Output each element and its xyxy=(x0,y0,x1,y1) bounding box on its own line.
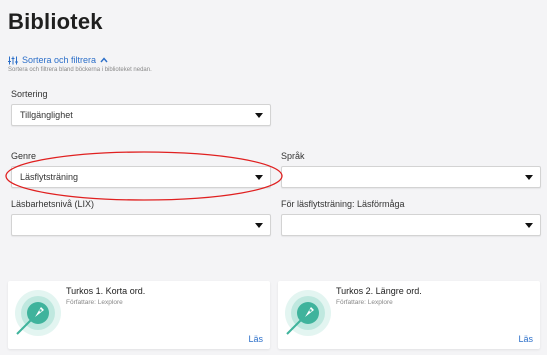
sort-filter-toggle[interactable]: Sortera och filtrera xyxy=(8,55,108,65)
fluency-label: För läsflytsträning: Läsförmåga xyxy=(281,199,405,209)
page-title: Bibliotek xyxy=(8,9,103,34)
sorting-select[interactable]: Tillgänglighet xyxy=(11,104,271,126)
book-author: Författare: Lexplore xyxy=(336,299,393,306)
book-rocket-icon xyxy=(285,290,331,336)
caret-down-icon xyxy=(525,175,533,180)
fluency-select[interactable] xyxy=(281,214,541,236)
book-title: Turkos 2. Längre ord. xyxy=(336,286,422,296)
caret-down-icon xyxy=(525,223,533,228)
filter-hint: Sortera och filtrera bland böckerna i bi… xyxy=(8,67,152,73)
book-rocket-icon xyxy=(15,290,61,336)
book-author: Författare: Lexplore xyxy=(66,299,123,306)
sorting-value: Tillgänglighet xyxy=(20,110,73,120)
read-link[interactable]: Läs xyxy=(248,334,263,344)
language-label: Språk xyxy=(281,151,305,161)
sort-filter-label: Sortera och filtrera xyxy=(22,55,97,65)
genre-label: Genre xyxy=(11,151,37,161)
language-select[interactable] xyxy=(281,166,541,188)
readability-label: Läsbarhetsnivå (LIX) xyxy=(11,199,95,209)
caret-down-icon xyxy=(255,175,263,180)
genre-value: Läsflytsträning xyxy=(20,172,79,182)
sorting-label: Sortering xyxy=(11,89,48,99)
sliders-icon xyxy=(8,56,18,64)
read-link[interactable]: Läs xyxy=(518,334,533,344)
caret-down-icon xyxy=(255,113,263,118)
genre-select[interactable]: Läsflytsträning xyxy=(11,166,271,188)
book-card[interactable]: Turkos 1. Korta ord. Författare: Lexplor… xyxy=(8,281,270,349)
chevron-up-icon xyxy=(100,57,108,63)
caret-down-icon xyxy=(255,223,263,228)
readability-select[interactable] xyxy=(11,214,271,236)
book-card[interactable]: Turkos 2. Längre ord. Författare: Lexplo… xyxy=(278,281,540,349)
book-title: Turkos 1. Korta ord. xyxy=(66,286,146,296)
